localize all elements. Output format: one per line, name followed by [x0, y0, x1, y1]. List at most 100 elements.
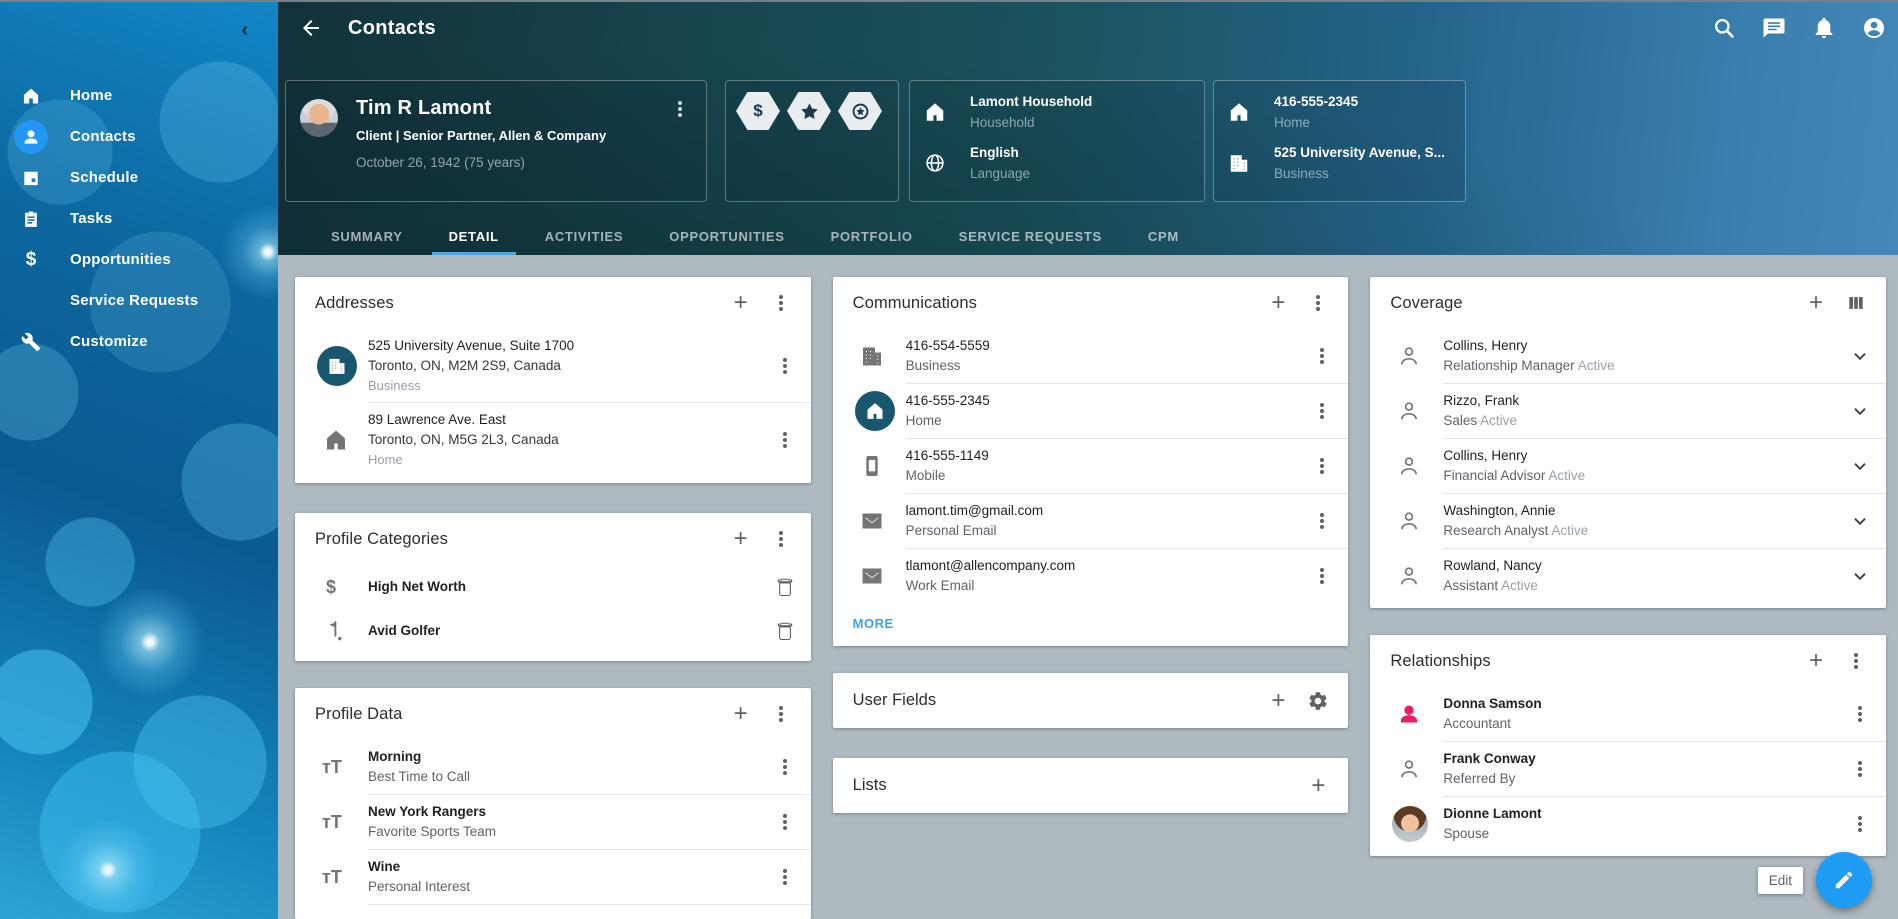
coverage-row[interactable]: Collins, Henry Relationship Manager Acti…	[1370, 329, 1886, 383]
chevron-down-icon[interactable]	[1840, 391, 1880, 431]
search-icon[interactable]	[1712, 16, 1736, 40]
profile-data-menu-button[interactable]	[765, 802, 805, 842]
address-line2: Toronto, ON, M5G 2L3, Canada	[368, 430, 765, 450]
address-row[interactable]: 89 Lawrence Ave. East Toronto, ON, M5G 2…	[295, 403, 811, 483]
contact-subtitle: Client | Senior Partner, Allen & Company	[356, 128, 606, 143]
add-list-button[interactable]: +	[1298, 766, 1338, 806]
sidebar-item-contacts[interactable]: Contacts	[0, 116, 278, 157]
address-row[interactable]: 525 University Avenue, Suite 1700 Toront…	[295, 329, 811, 402]
coverage-row[interactable]: Washington, Annie Research Analyst Activ…	[1370, 494, 1886, 548]
tab-activities[interactable]: ACTIVITIES	[522, 217, 647, 255]
address-line2: Toronto, ON, M2M 2S9, Canada	[368, 356, 765, 376]
tab-portfolio[interactable]: PORTFOLIO	[808, 217, 936, 255]
delete-icon[interactable]	[765, 611, 805, 651]
dollar-badge-icon[interactable]: $	[736, 92, 780, 130]
communications-menu-button[interactable]	[1298, 283, 1338, 323]
communication-menu-button[interactable]	[1302, 446, 1342, 486]
sidebar-item-customize[interactable]: Customize	[0, 321, 278, 362]
addresses-menu-button[interactable]	[761, 283, 801, 323]
add-profile-data-button[interactable]: +	[721, 694, 761, 734]
tab-opportunities[interactable]: OPPORTUNITIES	[646, 217, 807, 255]
address-menu-button[interactable]	[765, 420, 805, 460]
profile-data-row[interactable]: тT Morning Best Time to Call	[295, 740, 811, 794]
profile-categories-menu-button[interactable]	[761, 519, 801, 559]
primary-address-row[interactable]: 525 University Avenue, S... Business	[1228, 145, 1451, 181]
profile-data-value: Wine	[368, 857, 765, 877]
communication-row[interactable]: 416-555-2345 Home	[833, 384, 1349, 438]
dollar-icon: $	[14, 243, 48, 277]
profile-data-menu-button[interactable]	[761, 694, 801, 734]
sidebar-item-tasks[interactable]: Tasks	[0, 198, 278, 239]
tab-detail[interactable]: DETAIL	[426, 217, 522, 255]
relationship-menu-button[interactable]	[1840, 749, 1880, 789]
language-row[interactable]: English Language	[924, 145, 1190, 181]
star-circle-badge-icon[interactable]	[838, 92, 882, 130]
contact-name: Tim R Lamont	[356, 97, 606, 120]
star-badge-icon[interactable]	[787, 92, 831, 130]
profile-data-row[interactable]: тT Wine Personal Interest	[295, 850, 811, 904]
primary-phone-row[interactable]: 416-555-2345 Home	[1228, 94, 1451, 130]
add-communication-button[interactable]: +	[1258, 283, 1298, 323]
profile-data-menu-button[interactable]	[765, 857, 805, 897]
add-profile-category-button[interactable]: +	[721, 519, 761, 559]
communication-label: Work Email	[906, 576, 1303, 596]
communication-menu-button[interactable]	[1302, 391, 1342, 431]
collapse-sidebar-button[interactable]: ‹	[241, 20, 248, 40]
relationship-row[interactable]: Dionne Lamont Spouse	[1370, 797, 1886, 856]
communication-menu-button[interactable]	[1302, 501, 1342, 541]
user-fields-settings-gear-icon[interactable]	[1298, 681, 1338, 721]
profile-category-row[interactable]: Avid Golfer	[295, 609, 811, 661]
communication-menu-button[interactable]	[1302, 556, 1342, 596]
card-title: Profile Categories	[315, 530, 721, 549]
tab-service-requests[interactable]: SERVICE REQUESTS	[936, 217, 1125, 255]
profile-data-label: Favorite Sports Team	[368, 822, 765, 842]
back-button[interactable]	[296, 13, 326, 43]
add-address-button[interactable]: +	[721, 283, 761, 323]
delete-icon[interactable]	[765, 567, 805, 607]
coverage-columns-view-icon[interactable]	[1836, 283, 1876, 323]
profile-data-menu-button[interactable]	[765, 747, 805, 787]
household-row[interactable]: Lamont Household Household	[924, 94, 1190, 130]
notifications-bell-icon[interactable]	[1812, 16, 1836, 40]
coverage-row[interactable]: Rizzo, Frank Sales Active	[1370, 384, 1886, 438]
sidebar-item-home[interactable]: Home	[0, 75, 278, 116]
relationship-menu-button[interactable]	[1840, 804, 1880, 844]
add-relationship-button[interactable]: +	[1796, 641, 1836, 681]
communication-row[interactable]: tlamont@allencompany.com Work Email	[833, 549, 1349, 603]
sidebar-item-label: Home	[70, 87, 112, 104]
contact-avatar[interactable]	[300, 99, 338, 137]
add-coverage-button[interactable]: +	[1796, 283, 1836, 323]
relationship-role: Accountant	[1443, 714, 1840, 734]
communication-row[interactable]: lamont.tim@gmail.com Personal Email	[833, 494, 1349, 548]
edit-fab-button[interactable]	[1816, 852, 1872, 908]
relationship-menu-button[interactable]	[1840, 694, 1880, 734]
coverage-row[interactable]: Rowland, Nancy Assistant Active	[1370, 549, 1886, 608]
coverage-role: Sales Active	[1443, 411, 1840, 431]
relationship-name: Donna Samson	[1443, 694, 1840, 714]
tab-summary[interactable]: SUMMARY	[308, 217, 426, 255]
chevron-down-icon[interactable]	[1840, 501, 1880, 541]
sidebar-item-schedule[interactable]: Schedule	[0, 157, 278, 198]
relationship-row[interactable]: Donna Samson Accountant	[1370, 687, 1886, 741]
sidebar-item-opportunities[interactable]: $ Opportunities	[0, 239, 278, 280]
profile-data-row[interactable]: тT New York Rangers Favorite Sports Team	[295, 795, 811, 849]
chevron-down-icon[interactable]	[1840, 336, 1880, 376]
contact-menu-button[interactable]	[668, 97, 692, 121]
communication-row[interactable]: 416-554-5559 Business	[833, 329, 1349, 383]
communication-menu-button[interactable]	[1302, 336, 1342, 376]
profile-category-row[interactable]: $ High Net Worth	[295, 565, 811, 609]
chevron-down-icon[interactable]	[1840, 446, 1880, 486]
sidebar-item-service-requests[interactable]: Service Requests	[0, 280, 278, 321]
address-menu-button[interactable]	[765, 346, 805, 386]
more-link[interactable]: MORE	[833, 603, 1349, 646]
relationship-row[interactable]: Frank Conway Referred By	[1370, 742, 1886, 796]
address-type: Home	[368, 450, 765, 469]
coverage-row[interactable]: Collins, Henry Financial Advisor Active	[1370, 439, 1886, 493]
communication-row[interactable]: 416-555-1149 Mobile	[833, 439, 1349, 493]
add-user-field-button[interactable]: +	[1258, 681, 1298, 721]
relationships-menu-button[interactable]	[1836, 641, 1876, 681]
tab-cpm[interactable]: CPM	[1125, 217, 1202, 255]
chevron-down-icon[interactable]	[1840, 556, 1880, 596]
account-icon[interactable]	[1862, 16, 1886, 40]
chat-icon[interactable]	[1762, 16, 1786, 40]
